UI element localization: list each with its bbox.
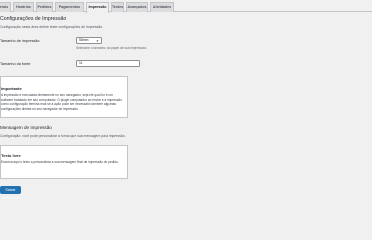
font-size-input[interactable]: 11 [76,60,140,67]
paper-size-help: Selecione o tamanho do papel de sua impr… [76,46,148,50]
chevron-down-icon: ▼ [96,38,99,43]
message-section-description: Configuração: você pode personalizar a f… [0,134,126,138]
custom-text-title: Texto livre [1,153,21,158]
tab-horarios[interactable]: Horários [13,2,34,12]
settings-tabs: Gerais Horários Pedidos Pagamentos Impre… [0,0,372,13]
tab-atividades[interactable]: Atividades [150,2,174,12]
font-size-label: Tamanho da fonte [0,62,31,66]
tab-impressao[interactable]: Impressão [86,2,109,13]
tab-pagamentos[interactable]: Pagamentos [55,2,84,12]
custom-text-description: Escreva aqui o texto a personalizar a su… [1,160,119,164]
page-title: Configurações de Impressão [0,16,67,22]
paper-size-label: Tamanho de impressão [0,39,40,43]
important-text: A impressão é executada diretamente no s… [1,93,122,111]
page-description: Configuração nesta área definir teste co… [0,25,104,29]
save-button[interactable]: Salvar alterações [0,186,21,200]
tab-avancados[interactable]: Avançados [126,2,148,12]
paper-size-value: 58mm [79,38,89,42]
paper-size-select[interactable]: 58mm ▼ [76,37,102,44]
important-notice-card: Importante A impressão é executada diret… [0,76,128,118]
custom-text-card: Texto livre Escreva aqui o texto a perso… [0,145,128,179]
tab-gerais[interactable]: Gerais [0,2,11,12]
message-section-title: Mensagem de Impressão [0,125,52,130]
tab-pedidos[interactable]: Pedidos [36,2,53,12]
tab-testes[interactable]: Testes [111,2,124,12]
important-title: Importante [1,86,22,91]
